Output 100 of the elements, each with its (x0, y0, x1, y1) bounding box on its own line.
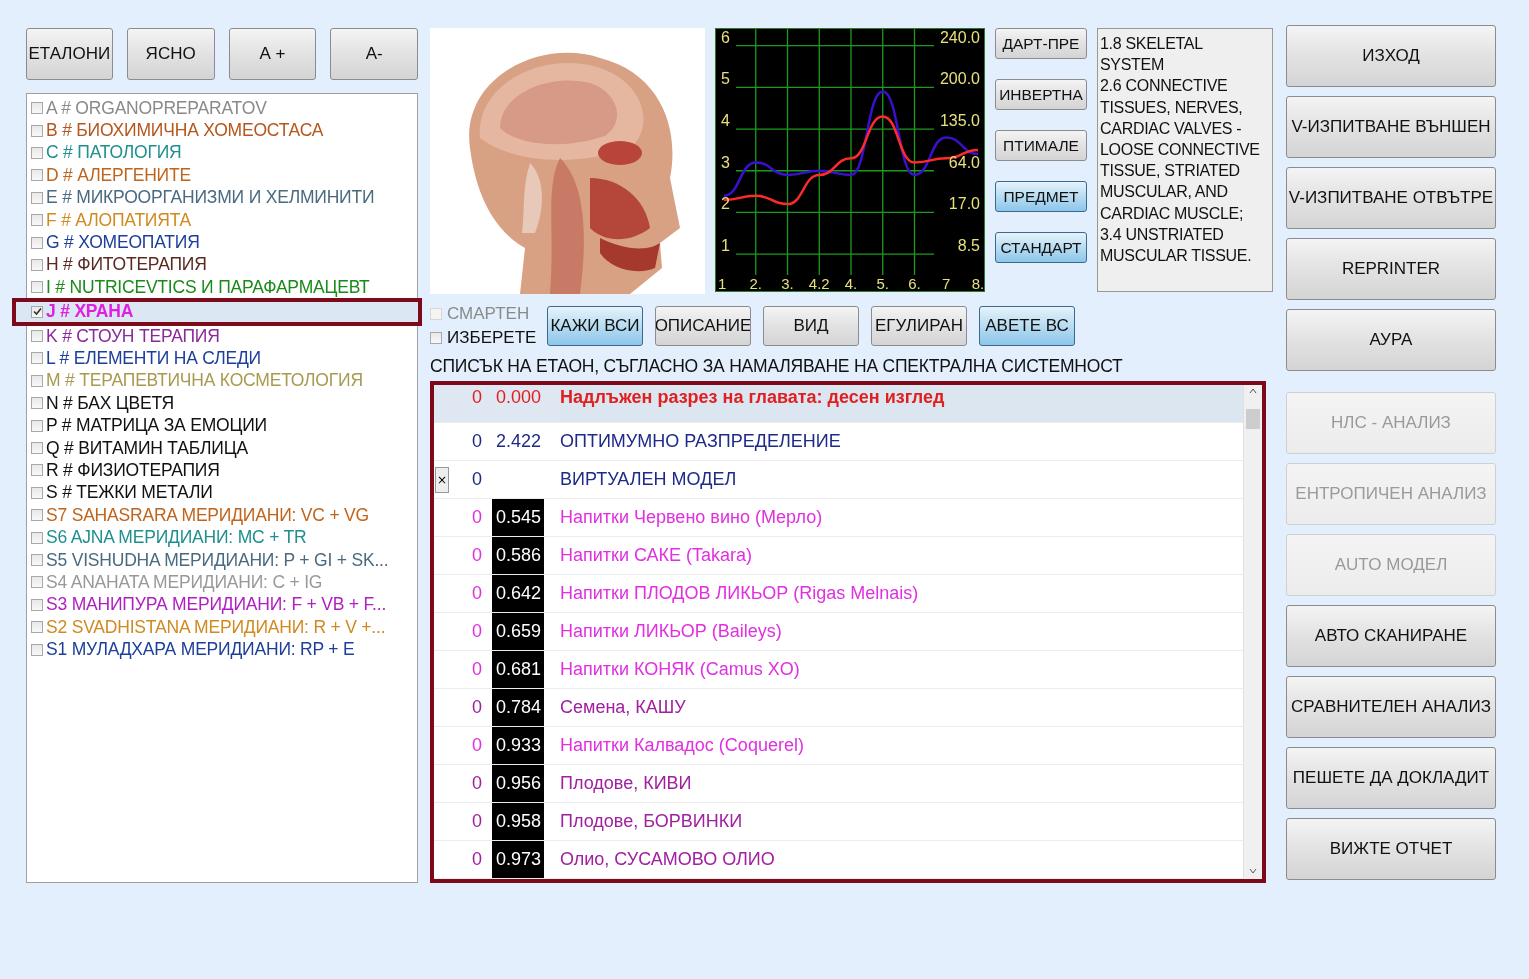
checkbox[interactable] (31, 374, 43, 387)
filter-label: ИЗБЕРЕТЕ (447, 328, 537, 348)
side-button[interactable]: АВТО СКАНИРАНЕ (1286, 605, 1496, 667)
category-item[interactable]: E # МИКРООРГАНИЗМИ И ХЕЛМИНИТИ (29, 186, 415, 209)
checkbox[interactable] (31, 397, 43, 410)
toolbar-button[interactable]: А + (228, 28, 317, 80)
chart-mode-button[interactable]: ДАРТ-ПРЕ (995, 28, 1087, 59)
action-button[interactable]: АВЕТЕ ВС (979, 306, 1075, 346)
table-cell[interactable]: ВИРТУАЛЕН МОДЕЛ (560, 461, 1243, 498)
side-button[interactable]: V-ИЗПИТВАНЕ ВЪНШЕН (1286, 96, 1496, 158)
table-cell[interactable]: Семена, КАШУ (560, 689, 1243, 726)
action-button[interactable]: ОПИСАНИЕ (655, 306, 751, 346)
category-item[interactable]: B # БИОХИМИЧНА ХОМЕОСТАСА (29, 119, 415, 142)
category-item[interactable]: S6 AJNA МЕРИДИАНИ: MC + TR (29, 526, 415, 549)
table-cell-text: 0 (472, 734, 483, 757)
checkbox[interactable] (31, 330, 43, 343)
chart-mode-button[interactable]: ПРЕДМЕТ (995, 181, 1087, 212)
side-button[interactable]: АУРА (1286, 309, 1496, 371)
checkbox[interactable] (31, 419, 43, 432)
axis-label: 4 (721, 112, 730, 130)
chart-mode-button[interactable]: ПТИМАЛЕ (995, 130, 1087, 161)
table-cell-text: 0 (472, 386, 483, 409)
checkbox[interactable] (31, 576, 43, 589)
axis-label: 240.0 (939, 29, 980, 46)
table-cell-text: 0 (472, 696, 483, 719)
table-cell[interactable]: Плодове, БОРВИНКИ (560, 803, 1243, 840)
category-item[interactable]: K # СТОУН ТЕРАПИЯ (29, 324, 415, 348)
category-item[interactable]: G # ХОМЕОПАТИЯ (29, 231, 415, 254)
table-cell[interactable]: Плодове, КИВИ (560, 765, 1243, 802)
scroll-thumb[interactable] (1246, 409, 1260, 429)
side-button[interactable]: ИЗХОД (1286, 25, 1496, 87)
toolbar-button[interactable]: А- (330, 28, 418, 80)
axis-label: 3. (781, 275, 794, 291)
checkbox[interactable] (31, 236, 43, 249)
category-item[interactable]: H # ФИТОТЕРАПИЯ (29, 253, 415, 277)
checkbox[interactable] (31, 621, 43, 634)
category-item[interactable]: S # ТЕЖКИ МЕТАЛИ (29, 481, 415, 505)
checkbox[interactable] (31, 531, 43, 544)
category-item[interactable]: R # ФИЗИОТЕРАПИЯ (29, 459, 415, 482)
checkbox[interactable] (31, 442, 43, 455)
action-button[interactable]: КАЖИ ВСИ (547, 306, 643, 346)
action-button[interactable]: ВИД (763, 306, 859, 346)
category-item[interactable]: P # МАТРИЦА ЗА ЕМОЦИИ (29, 414, 415, 437)
checkbox[interactable] (31, 352, 43, 365)
table-cell[interactable]: ОПТИМУМНО РАЗПРЕДЕЛЕНИЕ (560, 423, 1243, 460)
axis-label: 3 (721, 153, 730, 171)
checkbox[interactable] (31, 305, 43, 318)
checkbox[interactable] (31, 509, 43, 522)
checkbox[interactable] (430, 332, 442, 344)
category-item[interactable]: S5 VISHUDHA МЕРИДИАНИ: P + GI + SK... (29, 548, 415, 572)
checkbox[interactable] (31, 169, 43, 182)
side-button[interactable]: REPRINTER (1286, 238, 1496, 300)
checkbox[interactable] (31, 191, 43, 204)
close-button[interactable]: × (435, 466, 449, 493)
table-cell[interactable]: Напитки ЛИКЬОР (Baileys) (560, 613, 1243, 650)
checkbox[interactable] (31, 146, 43, 159)
side-button[interactable]: ВИЖТЕ ОТЧЕТ (1286, 818, 1496, 880)
checkbox[interactable] (31, 598, 43, 611)
category-item[interactable]: D # АЛЕРГЕНИТЕ (29, 164, 415, 187)
table-cell: 0.681 (492, 651, 544, 688)
toolbar-button[interactable]: ЕТАЛОНИ (26, 28, 113, 80)
category-item[interactable]: L # ЕЛЕМЕНТИ НА СЛЕДИ (29, 347, 415, 370)
chart-mode-button[interactable]: ИНВЕРТНА (995, 79, 1087, 110)
table-cell[interactable]: Напитки КОНЯК (Camus XO) (560, 651, 1243, 688)
checkbox[interactable] (31, 554, 43, 566)
category-item[interactable]: C # ПАТОЛОГИЯ (29, 141, 415, 165)
table-cell[interactable]: Напитки ПЛОДОВ ЛИКЬОР (Rigas Melnais) (560, 575, 1243, 612)
action-button[interactable]: ЕГУЛИРАН (871, 306, 967, 346)
toolbar-button[interactable]: ЯСНО (126, 28, 215, 80)
table-cell[interactable]: Напитки САКЕ (Takara) (560, 537, 1243, 574)
table-cell-text: 0 (472, 810, 483, 833)
checkbox[interactable] (31, 124, 43, 137)
category-item[interactable]: S1 МУЛАДХАРА МЕРИДИАНИ: RP + E (29, 638, 415, 661)
checkbox[interactable] (31, 281, 43, 294)
checkbox[interactable] (31, 102, 43, 115)
scrollbar[interactable] (1243, 385, 1262, 879)
checkbox[interactable] (31, 643, 43, 656)
checkbox[interactable] (31, 486, 43, 499)
axis-label: 64.0 (948, 153, 980, 171)
chart-mode-button[interactable]: СТАНДАРТ (995, 232, 1087, 263)
table-cell[interactable]: Олио, СУСАМОВО ОЛИО (560, 841, 1243, 878)
table-cell[interactable]: Надлъжен разрез на главата: десен изглед (560, 385, 1243, 422)
category-item[interactable]: Q # ВИТАМИН ТАБЛИЦА (29, 436, 415, 460)
list-title: СПИСЪК НА ЕТАОН, СЪГЛАСНО ЗА НАМАЛЯВАНЕ НА СПЕКТРАЛНА СИСТЕМНОСТ (430, 356, 1124, 377)
table-cell[interactable]: Напитки Калвадос (Coquerel) (560, 727, 1243, 764)
category-item[interactable]: N # БАХ ЦВЕТЯ (29, 392, 415, 415)
table-cell: 0.659 (492, 613, 544, 650)
checkbox[interactable] (31, 214, 43, 227)
category-item[interactable]: S3 МАНИПУРА МЕРИДИАНИ: F + VB + F... (29, 593, 415, 616)
side-button[interactable]: ПЕШЕТЕ ДА ДОКЛАДИТ (1286, 747, 1496, 809)
checkbox[interactable] (31, 258, 43, 271)
table-cell-text: 0 (472, 848, 483, 871)
axis-label: 5 (721, 70, 730, 88)
category-item[interactable]: I # NUTRICEVTICS И ПАРАФАРМАЦЕВТ (29, 276, 415, 299)
table-cell[interactable]: Напитки Червено вино (Мерло) (560, 499, 1243, 536)
table-cell: 0.784 (492, 689, 544, 726)
side-button[interactable]: V-ИЗПИТВАНЕ ОТВЪТРЕ (1286, 167, 1496, 229)
side-button[interactable]: СРАВНИТЕЛЕН АНАЛИЗ (1286, 676, 1496, 738)
category-item[interactable]: S7 SAHASRARA МЕРИДИАНИ: VC + VG (29, 504, 415, 527)
checkbox[interactable] (31, 464, 43, 477)
